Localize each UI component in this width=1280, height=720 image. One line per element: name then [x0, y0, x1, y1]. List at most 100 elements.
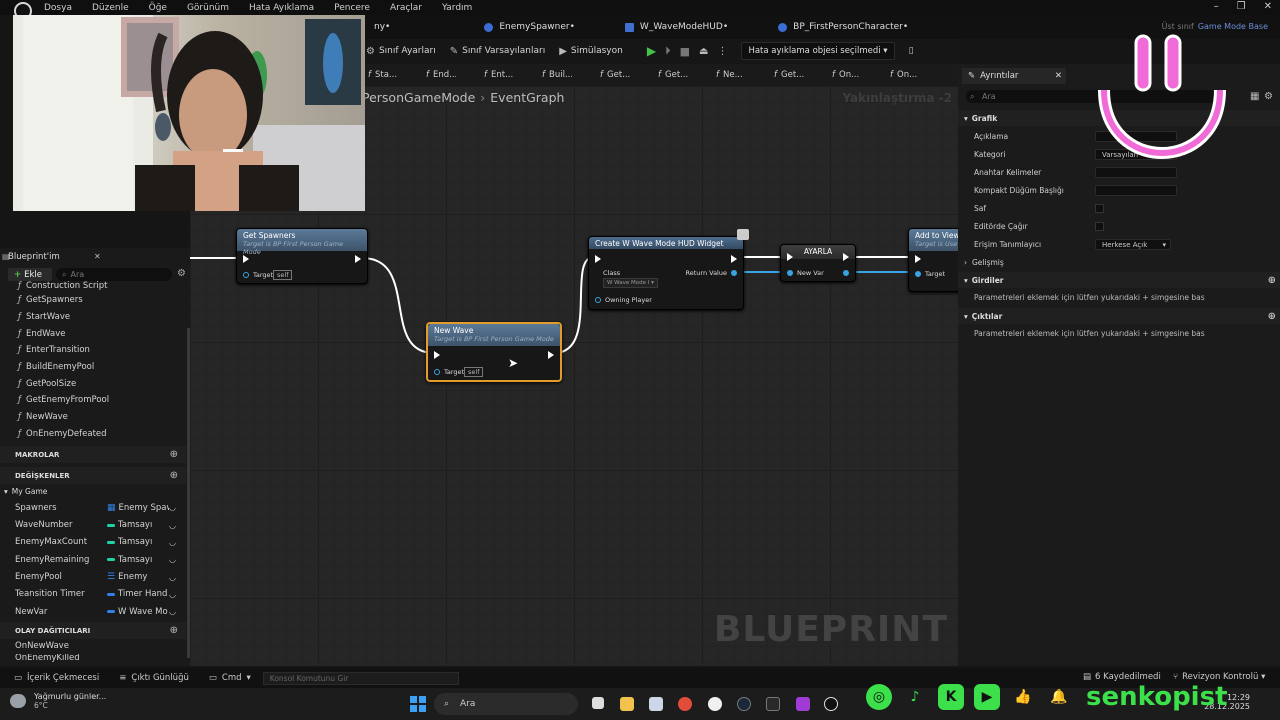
- menu-tools[interactable]: Araçlar: [390, 3, 422, 13]
- function-item[interactable]: ƒ Construction Script: [0, 280, 186, 292]
- access-specifier-select[interactable]: Herkese Açık ▾: [1095, 238, 1171, 250]
- self-field[interactable]: self: [464, 367, 484, 377]
- exec-in-pin[interactable]: [434, 351, 440, 359]
- class-select[interactable]: W Wave Mode I ▾: [603, 278, 658, 288]
- tab-wave-mode-hud[interactable]: W_WaveModeHUD•: [611, 15, 742, 39]
- eye-icon[interactable]: ◡: [169, 607, 176, 616]
- menu-edit[interactable]: Düzenle: [92, 3, 129, 13]
- exec-in-pin[interactable]: [595, 255, 601, 263]
- target-pin[interactable]: [915, 271, 921, 277]
- steam-icon[interactable]: [737, 697, 751, 711]
- more-options-icon[interactable]: ⋮: [717, 46, 727, 57]
- menu-window[interactable]: Pencere: [334, 3, 370, 13]
- add-circle-icon[interactable]: ⊕: [170, 449, 178, 460]
- target-pin[interactable]: [243, 272, 249, 278]
- variable-type[interactable]: Tamsayı: [107, 520, 169, 530]
- target-pin[interactable]: [434, 369, 440, 375]
- variable-type[interactable]: W Wave Mo: [107, 607, 169, 617]
- owning-player-pin[interactable]: [595, 297, 601, 303]
- dispatcher-item[interactable]: OnNewWave: [0, 641, 186, 654]
- variable-category[interactable]: ▾ My Game: [0, 484, 186, 499]
- exec-out-pin[interactable]: [731, 255, 737, 263]
- keywords-field[interactable]: [1095, 166, 1177, 178]
- scrollbar[interactable]: [187, 328, 190, 658]
- new-var-pin[interactable]: [787, 270, 793, 276]
- revision-control-button[interactable]: ⑂ Revizyon Kontrolü ▾: [1173, 672, 1265, 682]
- eye-icon[interactable]: ◡: [169, 573, 176, 582]
- graph-tab[interactable]: f Get...: [650, 70, 688, 80]
- section-outputs[interactable]: ▾ Çıktılar ⊕: [958, 308, 1280, 324]
- compact-title-field[interactable]: [1095, 184, 1177, 196]
- exec-in-pin[interactable]: [243, 255, 249, 263]
- start-button[interactable]: [410, 696, 426, 712]
- variable-row[interactable]: EnemyPool ☰ Enemy ◡: [0, 568, 186, 585]
- menu-view[interactable]: Görünüm: [187, 3, 229, 13]
- menu-asset[interactable]: Öğe: [149, 3, 167, 13]
- dispatcher-item[interactable]: OnEnemyKilled: [0, 654, 186, 662]
- gear-icon[interactable]: ⚙: [177, 268, 186, 279]
- github-icon[interactable]: [708, 697, 722, 711]
- taskbar-search[interactable]: ⌕ Ara: [434, 693, 578, 715]
- row-advanced[interactable]: › Gelişmiş: [964, 253, 1270, 271]
- eye-icon[interactable]: ◡: [169, 521, 176, 530]
- menu-debug[interactable]: Hata Ayıklama: [249, 3, 314, 13]
- exec-in-pin[interactable]: [915, 255, 921, 263]
- variable-row[interactable]: Spawners ▦ Enemy Spaw ◡: [0, 499, 186, 516]
- exec-out-pin[interactable]: [548, 351, 554, 359]
- variable-type[interactable]: Timer Hand: [107, 589, 169, 599]
- twitch-icon[interactable]: [796, 697, 810, 711]
- eye-icon[interactable]: ◡: [169, 590, 176, 599]
- unreal-icon[interactable]: [824, 697, 838, 711]
- add-circle-icon[interactable]: ⊕: [1268, 275, 1276, 286]
- close-icon[interactable]: ✕: [1055, 71, 1062, 81]
- new-var-out-pin[interactable]: [843, 270, 849, 276]
- graph-tab[interactable]: f Get...: [592, 70, 630, 80]
- node-new-wave[interactable]: New Wave Target is BP First Person Game M…: [426, 322, 562, 382]
- eject-icon[interactable]: ⏏: [699, 46, 708, 57]
- variable-type[interactable]: Tamsayı: [107, 537, 169, 547]
- function-item[interactable]: ƒ GetSpawners: [0, 292, 186, 309]
- graph-tab[interactable]: f Ne...: [708, 70, 746, 80]
- step-icon[interactable]: ⏵: [665, 44, 671, 58]
- console-command-input[interactable]: Konsol Komutunu Gir: [262, 671, 459, 685]
- play-icon[interactable]: ▶: [647, 44, 656, 58]
- tab-first-person-character[interactable]: BP_FirstPersonCharacter•: [764, 15, 922, 39]
- section-inputs[interactable]: ▾ Girdiler ⊕: [958, 272, 1280, 288]
- function-item[interactable]: ƒ OnEnemyDefeated: [0, 426, 186, 443]
- add-circle-icon[interactable]: ⊕: [170, 470, 178, 481]
- graph-tab[interactable]: f Ent...: [476, 70, 514, 80]
- stop-icon[interactable]: ■: [680, 45, 690, 58]
- class-settings-button[interactable]: ⚙ Sınıf Ayarları: [366, 46, 436, 57]
- variable-type[interactable]: Tamsayı: [107, 555, 169, 565]
- function-item[interactable]: ƒ EndWave: [0, 325, 186, 342]
- function-item[interactable]: ƒ BuildEnemyPool: [0, 359, 186, 376]
- close-icon[interactable]: ✕: [1264, 1, 1272, 12]
- menu-file[interactable]: Dosya: [44, 3, 72, 13]
- cmd-select[interactable]: ▭ Cmd ▾: [203, 673, 257, 683]
- node-create-widget[interactable]: Create W Wave Mode HUD Widget Class W Wa…: [588, 229, 749, 310]
- graph-tab[interactable]: f Sta...: [360, 70, 398, 80]
- menu-help[interactable]: Yardım: [442, 3, 472, 13]
- node-set-variable[interactable]: AYARLA New Var: [780, 244, 856, 282]
- simulation-button[interactable]: ▶ Simülasyon: [559, 46, 623, 57]
- graph-tab[interactable]: f Get...: [766, 70, 804, 80]
- eye-icon[interactable]: ◡: [169, 555, 176, 564]
- eye-icon[interactable]: ◡: [169, 538, 176, 547]
- add-circle-icon[interactable]: ⊕: [1268, 311, 1276, 322]
- variable-row[interactable]: Teansition Timer Timer Hand ◡: [0, 586, 186, 603]
- exec-in-pin[interactable]: [787, 253, 793, 261]
- variable-row[interactable]: EnemyMaxCount Tamsayı ◡: [0, 534, 186, 551]
- minimize-icon[interactable]: –: [1214, 1, 1219, 12]
- function-item[interactable]: ƒ NewWave: [0, 409, 186, 426]
- tab-enemy-spawner[interactable]: EnemySpawner•: [470, 15, 589, 39]
- variable-row[interactable]: EnemyRemaining Tamsayı ◡: [0, 551, 186, 568]
- call-in-editor-checkbox[interactable]: [1095, 221, 1104, 231]
- section-variables[interactable]: DEĞİŞKENLER ⊕: [0, 467, 186, 485]
- eye-icon[interactable]: ◡: [169, 503, 176, 512]
- close-icon[interactable]: ✕: [94, 252, 101, 261]
- exec-out-pin[interactable]: [843, 253, 849, 261]
- maximize-icon[interactable]: ❐: [1237, 1, 1246, 12]
- content-drawer-button[interactable]: ▭ İçerik Çekmecesi: [8, 673, 105, 683]
- variable-row[interactable]: NewVar W Wave Mo ◡: [0, 603, 186, 620]
- chrome-icon[interactable]: [678, 697, 692, 711]
